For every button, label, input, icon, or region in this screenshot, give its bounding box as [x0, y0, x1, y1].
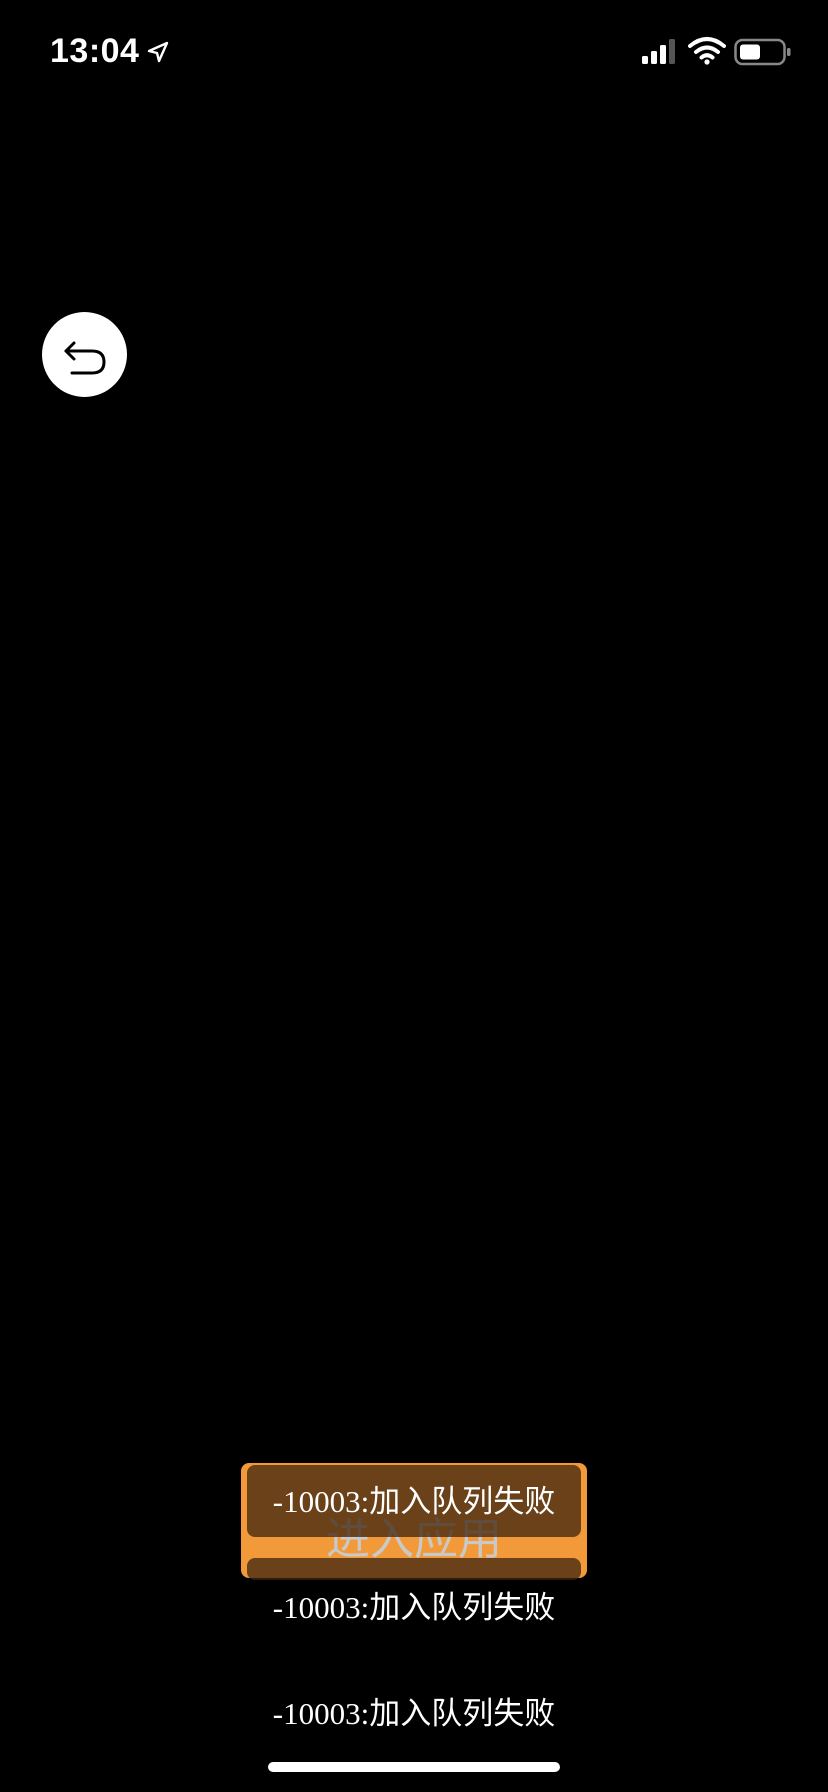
- error-toast: -10003:加入队列失败: [272, 1590, 556, 1625]
- battery-icon: [734, 38, 791, 66]
- wifi-icon: [688, 37, 726, 65]
- home-indicator[interactable]: [268, 1762, 560, 1772]
- error-toast: -10003:加入队列失败: [272, 1696, 556, 1731]
- status-bar: 13:04: [0, 0, 828, 100]
- error-toast: -10003:加入队列失败: [272, 1484, 556, 1519]
- back-button[interactable]: [42, 312, 127, 397]
- signal-icon: [642, 39, 675, 64]
- status-time: 13:04: [50, 32, 140, 70]
- location-arrow-icon: [147, 41, 169, 63]
- toast-background: [247, 1558, 581, 1580]
- back-arrow-icon: [64, 341, 105, 374]
